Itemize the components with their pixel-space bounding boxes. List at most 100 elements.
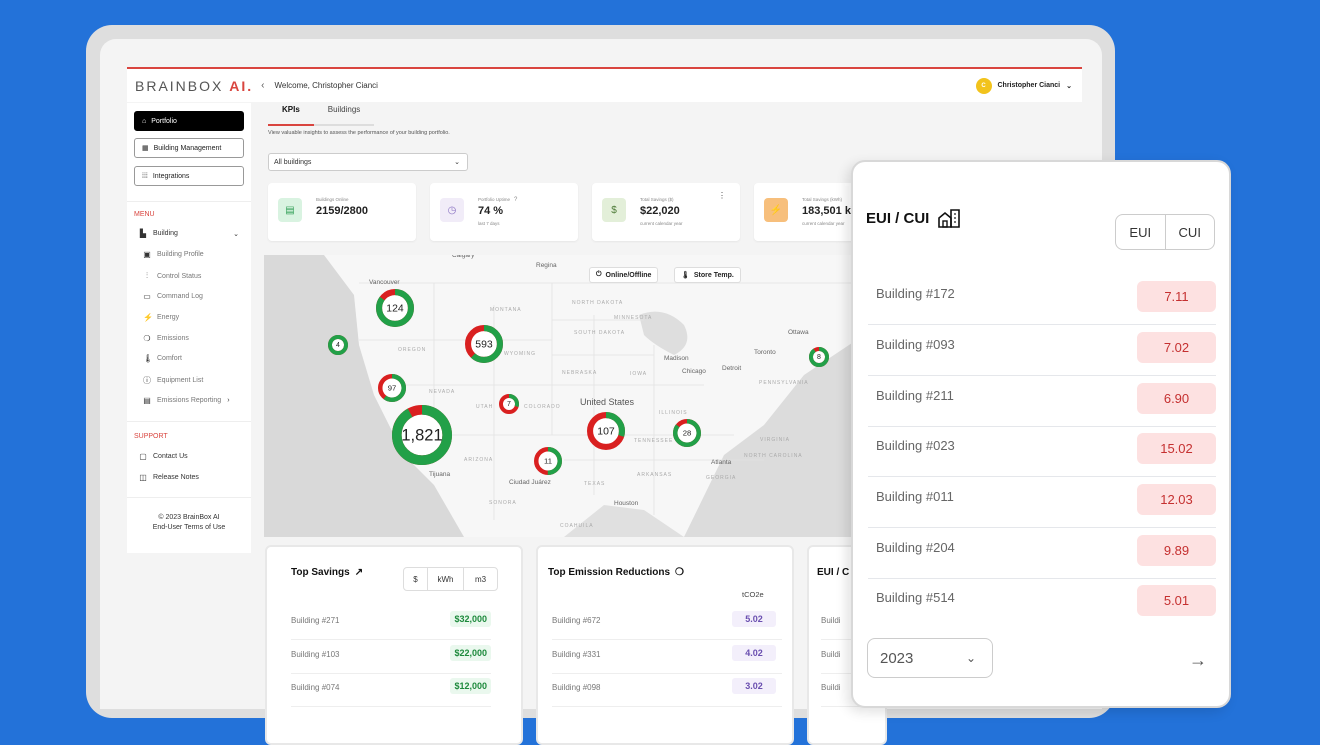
list-item[interactable]: Building #023 15.02 <box>868 426 1216 477</box>
card-title: EUI / C <box>817 567 850 578</box>
map-cluster[interactable]: 7 <box>499 394 519 414</box>
top-emissions-card: Top Emission Reductions ❍ tCO2e Building… <box>536 545 794 745</box>
menu-label: Comfort <box>157 355 182 362</box>
card-title-text: Top Emission Reductions <box>548 567 671 578</box>
unit-m3-button[interactable]: m3 <box>464 568 497 590</box>
map-cluster[interactable]: 28 <box>672 419 702 448</box>
building-name: Building #103 <box>291 650 340 659</box>
arrow-right-icon[interactable]: → <box>1189 650 1207 671</box>
menu-comfort[interactable]: 🌡 Comfort <box>143 354 182 363</box>
building-filter-select[interactable]: All buildings ⌄ <box>268 153 468 171</box>
divider <box>127 421 251 422</box>
savings-value: $12,000 <box>450 678 491 694</box>
list-item[interactable]: Building #211 6.90 <box>868 376 1216 427</box>
nav-integrations[interactable]: ⁞⁞⁞ Integrations <box>134 166 244 186</box>
menu-control-status[interactable]: ⫶ Control Status <box>143 271 201 281</box>
menu-label: Emissions <box>157 335 189 342</box>
cluster-count: 124 <box>386 303 404 314</box>
building-name: Building #672 <box>552 616 601 625</box>
building-name: Building #093 <box>876 337 955 352</box>
list-item[interactable]: Building #331 4.02 <box>552 640 782 674</box>
building-name: Building #011 <box>876 489 954 504</box>
building-house-icon <box>938 209 961 228</box>
map-cluster[interactable]: 4 <box>328 335 348 355</box>
cluster-count: 28 <box>683 429 692 438</box>
eui-value: 9.89 <box>1137 535 1216 566</box>
info-icon: ⓘ <box>143 376 151 385</box>
menu-energy[interactable]: ⚡ Energy <box>143 313 179 322</box>
list-item[interactable]: Building #074 $12,000 <box>291 673 491 707</box>
menu-label: Building <box>153 230 178 237</box>
nav-building-management[interactable]: ▦ Building Management <box>134 138 244 158</box>
eui-value: 15.02 <box>1137 433 1216 464</box>
list-item[interactable]: Building #098 3.02 <box>552 673 782 707</box>
grid-icon: ⁞⁞⁞ <box>142 172 148 180</box>
map-cluster[interactable]: 97 <box>377 373 406 403</box>
welcome-message: Welcome, Christopher Cianci <box>274 81 378 90</box>
menu-emissions[interactable]: ❍ Emissions <box>143 334 189 343</box>
tab-bar: KPIs Buildings <box>268 103 375 126</box>
select-value: 2023 <box>880 649 914 667</box>
building-icon: ▦ <box>142 145 149 152</box>
menu-building[interactable]: ▙ Building ⌄ <box>139 229 239 238</box>
terms-link[interactable]: End-User Terms of Use <box>127 523 251 533</box>
menu-building-profile[interactable]: ▣ Building Profile <box>143 250 203 259</box>
nav-portfolio[interactable]: ⌂ Portfolio <box>134 111 244 131</box>
list-item[interactable]: Building #172 7.11 <box>868 274 1216 325</box>
menu-emissions-reporting[interactable]: ▤ Emissions Reporting › <box>143 396 230 405</box>
map-cluster[interactable]: 593 <box>464 325 504 364</box>
user-menu[interactable]: C Christopher Cianci ⌄ <box>975 77 1072 94</box>
list-item[interactable]: Building #103 $22,000 <box>291 640 491 674</box>
building-name: Building #331 <box>552 650 601 659</box>
tab-kpis[interactable]: KPIs <box>268 103 314 126</box>
menu-release-notes[interactable]: ◫ Release Notes <box>139 473 199 482</box>
nav-label: Portfolio <box>151 117 177 125</box>
map-cluster[interactable]: 8 <box>809 347 829 367</box>
support-section-title: SUPPORT <box>134 433 168 440</box>
tab-buildings[interactable]: Buildings <box>313 103 375 126</box>
list-item[interactable]: Building #514 5.01 <box>868 578 1216 629</box>
chevron-right-icon: › <box>227 397 230 404</box>
kpi-label: Buildings Online <box>316 197 349 202</box>
menu-label: Emissions Reporting <box>157 397 222 404</box>
select-value: All buildings <box>274 158 312 166</box>
list-item[interactable]: Building #204 9.89 <box>868 528 1216 579</box>
list-item[interactable]: Building #271 $32,000 <box>291 606 491 640</box>
unit-kwh-button[interactable]: kWh <box>428 568 464 590</box>
menu-equipment-list[interactable]: ⓘ Equipment List <box>143 375 203 386</box>
kpi-value: 74 % <box>478 205 504 217</box>
chevron-down-icon: ⌄ <box>454 159 460 166</box>
unit-dollar-button[interactable]: $ <box>404 568 428 590</box>
brand-logo[interactable]: BRAINBOX AI. <box>135 78 253 94</box>
list-item[interactable]: Building #011 12.03 <box>868 477 1216 528</box>
terminal-icon: ▭ <box>143 292 151 301</box>
savings-value: $22,000 <box>450 645 491 661</box>
help-icon[interactable]: ? <box>514 197 517 203</box>
eui-toggle-button[interactable]: EUI <box>1116 215 1166 249</box>
portfolio-map[interactable]: Calgary Regina Vancouver Tijuana Ciudad … <box>264 255 864 537</box>
collapse-sidebar-icon[interactable]: ‹ <box>261 80 264 91</box>
cluster-count: 7 <box>507 401 511 408</box>
card-title: Top Savings ↗ <box>291 567 363 578</box>
eui-value: 7.11 <box>1137 281 1216 312</box>
list-item[interactable]: Building #093 7.02 <box>868 325 1216 376</box>
sliders-icon: ⫶ <box>146 271 148 280</box>
more-options-icon[interactable]: ⋮ <box>718 191 726 200</box>
eui-value: 6.90 <box>1137 383 1216 414</box>
chevron-down-icon: ⌄ <box>233 230 239 238</box>
map-cluster[interactable]: 107 <box>586 411 626 450</box>
cui-toggle-button[interactable]: CUI <box>1166 215 1215 249</box>
map-cluster[interactable]: 1,821 <box>392 404 453 466</box>
building-name: Buildi <box>821 683 841 692</box>
emission-value: 3.02 <box>732 678 776 694</box>
menu-command-log[interactable]: ▭ Command Log <box>143 292 203 301</box>
clock-icon: ◷ <box>440 198 464 222</box>
list-item[interactable]: Building #672 5.02 <box>552 606 782 640</box>
map-cluster[interactable]: 11 <box>533 447 563 476</box>
cluster-count: 8 <box>817 354 821 361</box>
menu-contact-us[interactable]: ▢ Contact Us <box>139 452 187 461</box>
map-cluster[interactable]: 124 <box>376 288 415 328</box>
profile-icon: ▣ <box>143 250 151 259</box>
unit-label: tCO2e <box>742 590 764 599</box>
year-select[interactable]: 2023 ⌄ <box>867 638 993 678</box>
